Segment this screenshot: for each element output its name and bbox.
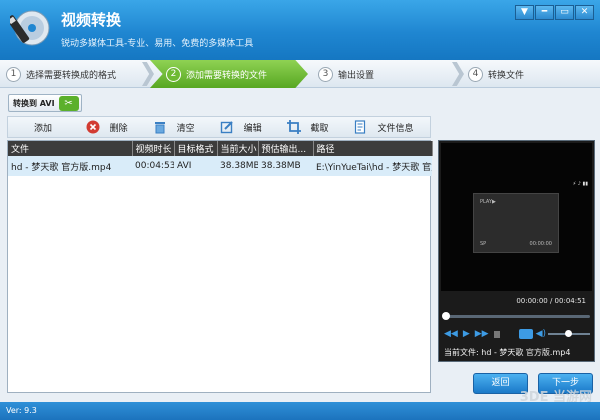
file-info-button[interactable]: 文件信息 <box>353 117 430 137</box>
edit-button[interactable]: 编辑 <box>220 117 287 137</box>
stop-icon[interactable] <box>493 330 501 338</box>
column-header-duration[interactable]: 视频时长 <box>132 141 175 156</box>
step-label: 选择需要转换成的格式 <box>26 70 117 81</box>
title-bar: 视频转换 锐动多媒体工具-专业、易用、免费的多媒体工具 ▼ ━ ▭ ✕ <box>0 0 600 60</box>
cell-target-format: AVI <box>174 156 217 176</box>
file-info-icon <box>353 120 367 134</box>
version-label: Ver: 9.3 <box>6 406 37 415</box>
step-number: 1 <box>6 66 21 82</box>
add-button[interactable]: 添加 <box>34 117 86 137</box>
step-label: 输出设置 <box>338 70 375 81</box>
clear-label: 清空 <box>176 123 195 134</box>
edit-icon <box>220 120 234 134</box>
crop-label: 截取 <box>310 123 329 134</box>
snapshot-camera-icon[interactable] <box>519 329 533 339</box>
cell-current-size: 38.38MB <box>217 156 258 176</box>
crop-button[interactable]: 截取 <box>286 117 354 137</box>
volume-icon[interactable]: ◀) <box>536 329 546 339</box>
file-list: 文件 视频时长 目标格式 当前大小 预估输出... 路径 hd - 梦天歌 官方… <box>7 140 433 393</box>
step-1[interactable]: 1 选择需要转换成的格式 <box>6 60 146 88</box>
minimize-icon[interactable]: ━ <box>535 5 554 20</box>
table-row[interactable]: hd - 梦天歌 官方版.mp4 00:04:53 AVI 38.38MB 38… <box>8 156 432 176</box>
step-number: 4 <box>468 66 483 82</box>
column-header-file[interactable]: 文件 <box>8 141 133 156</box>
window-controls: ▼ ━ ▭ ✕ <box>514 5 594 20</box>
maximize-icon[interactable]: ▭ <box>555 5 574 20</box>
video-frame: ⚡ ♪ ▮▮ PLAY▶ SP 00:00:00 <box>441 143 592 291</box>
file-toolbar: 添加 删除 清空 编辑 截取 文件信息 <box>7 116 431 138</box>
file-table: 文件 视频时长 目标格式 当前大小 预估输出... 路径 hd - 梦天歌 官方… <box>8 141 433 176</box>
seek-handle[interactable] <box>442 312 450 320</box>
step-number: 3 <box>318 66 333 82</box>
screen-play-text: PLAY▶ <box>480 199 496 205</box>
volume-slider[interactable] <box>548 330 590 337</box>
column-header-estimated-output[interactable]: 预估输出... <box>258 141 314 156</box>
video-preview-panel: ⚡ ♪ ▮▮ PLAY▶ SP 00:00:00 00:00:00 / 00:0… <box>438 140 595 362</box>
app-subtitle: 锐动多媒体工具-专业、易用、免费的多媒体工具 <box>61 39 254 49</box>
tools-icon: ✂ <box>58 95 79 111</box>
cell-duration: 00:04:53 <box>132 156 174 176</box>
add-label: 添加 <box>34 123 53 134</box>
step-label: 转换文件 <box>488 70 525 81</box>
current-file-name: hd - 梦天歌 官方版.mp4 <box>481 348 571 357</box>
file-info-label: 文件信息 <box>377 123 414 134</box>
close-icon[interactable]: ✕ <box>575 5 594 20</box>
column-header-target-format[interactable]: 目标格式 <box>174 141 218 156</box>
step-2[interactable]: 2 添加需要转换的文件 <box>150 60 308 88</box>
cell-path: E:\YinYueTai\hd - 梦天歌 官方版.mp4 <box>313 156 432 176</box>
video-thumbnail: PLAY▶ SP 00:00:00 <box>473 193 559 253</box>
rewind-icon[interactable]: ◀◀ <box>444 329 458 339</box>
player-controls: ◀◀ ▶ ▶▶ ◀) <box>444 327 590 341</box>
step-3[interactable]: 3 输出设置 <box>318 60 458 88</box>
play-icon[interactable]: ▶ <box>463 329 470 339</box>
menu-dropdown-icon[interactable]: ▼ <box>515 5 534 20</box>
forward-icon[interactable]: ▶▶ <box>475 329 489 339</box>
delete-label: 删除 <box>109 123 128 134</box>
step-number: 2 <box>166 66 181 82</box>
app-logo-icon <box>10 10 50 46</box>
delete-icon <box>86 120 100 134</box>
column-header-path[interactable]: 路径 <box>313 141 433 156</box>
step-4[interactable]: 4 转换文件 <box>468 60 588 88</box>
crop-icon <box>286 120 301 134</box>
column-header-current-size[interactable]: 当前大小 <box>217 141 259 156</box>
status-bar: Ver: 9.3 <box>0 402 600 420</box>
trash-icon <box>153 120 167 134</box>
delete-button[interactable]: 删除 <box>86 117 153 137</box>
wizard-steps: 1 选择需要转换成的格式 2 添加需要转换的文件 3 输出设置 4 转换文件 <box>0 60 600 88</box>
video-status-icons: ⚡ ♪ ▮▮ <box>572 181 588 187</box>
current-file-info: 当前文件: hd - 梦天歌 官方版.mp4 <box>444 347 570 358</box>
seek-bar[interactable] <box>442 312 590 320</box>
cell-file-name: hd - 梦天歌 官方版.mp4 <box>8 156 132 176</box>
app-title: 视频转换 <box>61 11 122 29</box>
convert-to-format-button[interactable]: 转换到 AVI ✂ <box>8 94 82 112</box>
table-header-row: 文件 视频时长 目标格式 当前大小 预估输出... 路径 <box>8 141 433 156</box>
playback-time: 00:00:00 / 00:04:51 <box>516 297 586 305</box>
screen-timecode: 00:00:00 <box>529 241 552 247</box>
clear-button[interactable]: 清空 <box>153 117 220 137</box>
step-label: 添加需要转换的文件 <box>186 70 268 81</box>
edit-label: 编辑 <box>243 123 262 134</box>
screen-sp-text: SP <box>480 241 487 247</box>
convert-to-label: 转换到 AVI <box>13 98 55 108</box>
volume-handle[interactable] <box>564 330 572 337</box>
current-file-label: 当前文件: <box>444 348 479 357</box>
cell-estimated-output: 38.38MB <box>258 156 313 176</box>
